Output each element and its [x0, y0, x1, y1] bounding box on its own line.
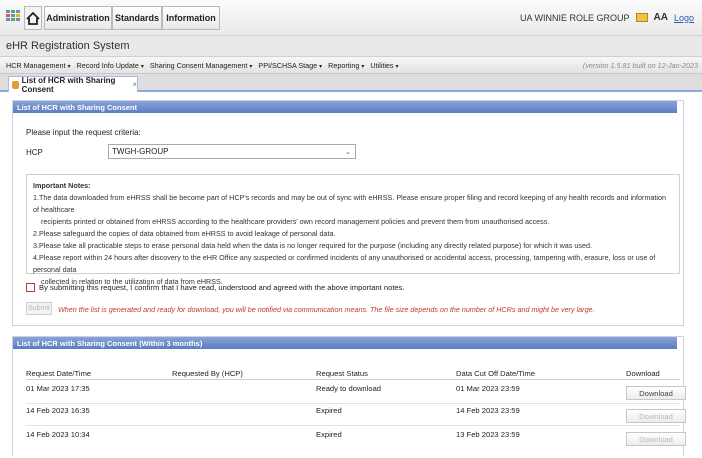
download-button[interactable]: Download [626, 432, 686, 446]
menu-reporting[interactable]: Reporting ▾ [328, 61, 364, 70]
caret-down-icon: ▾ [67, 63, 71, 70]
note-line: 1.The data downloaded from eHRSS shall b… [33, 193, 667, 214]
submit-button[interactable]: Submit [26, 302, 52, 315]
page-tab-bar: List of HCR with Sharing Consent × [0, 74, 702, 94]
menu-label: HCR Management [6, 60, 66, 70]
criteria-prompt: Please input the request criteria: [26, 128, 141, 137]
menu-label: Sharing Consent Management [149, 60, 248, 70]
notes-title: Important Notes: [33, 181, 91, 190]
version-label: (version 1.5.81 built on 12-Jan-2023 [582, 61, 698, 70]
user-group-label: UA WINNIE ROLE GROUP [519, 12, 630, 23]
nav-tab-information[interactable]: Information [162, 6, 220, 30]
ehr-logo-icon [6, 10, 20, 26]
cell-status: Expired [316, 430, 342, 439]
confirm-checkbox[interactable] [26, 283, 35, 292]
close-icon[interactable]: × [132, 80, 137, 89]
table-header: Request Date/Time Requested By (HCP) Req… [26, 368, 680, 380]
page-tab-label: List of HCR with Sharing Consent [21, 75, 116, 94]
important-notes: Important Notes: 1.The data downloaded f… [26, 174, 680, 286]
nav-tab-administration[interactable]: Administration [44, 6, 112, 30]
col-request-status: Request Status [316, 369, 368, 378]
nav-tab-standards[interactable]: Standards [112, 6, 162, 30]
list-panel-title: List of HCR with Sharing Consent (Within… [13, 337, 677, 349]
menu-sharing-consent-management[interactable]: Sharing Consent Management ▾ [150, 61, 253, 70]
home-button[interactable] [24, 6, 42, 30]
menu-utilities[interactable]: Utilities ▾ [370, 61, 398, 70]
col-download: Download [626, 369, 660, 378]
menu-hcr-management[interactable]: HCR Management ▾ [6, 61, 71, 70]
menu-record-info-update[interactable]: Record Info Update ▾ [77, 61, 144, 70]
table-row: 14 Feb 2023 10:34 Expired 13 Feb 2023 23… [26, 430, 686, 452]
cell-request-datetime: 14 Feb 2023 16:35 [26, 406, 90, 415]
user-area: UA WINNIE ROLE GROUP AA Logo [520, 12, 694, 23]
cell-status: Expired [316, 406, 342, 415]
menu-label: PPI/SCHSA Stage [258, 60, 318, 70]
cell-cutoff: 13 Feb 2023 23:59 [456, 430, 520, 439]
note-line: 2.Please safeguard the copies of data ob… [33, 229, 336, 238]
hcp-label: HCP [26, 148, 43, 157]
home-icon [26, 11, 40, 25]
note-line: 4.Please report within 24 hours after di… [33, 253, 656, 274]
mail-icon[interactable] [635, 13, 648, 22]
criteria-panel-title: List of HCR with Sharing Consent [13, 101, 677, 113]
note-line: recipients printed or obtained from eHRS… [41, 217, 550, 226]
download-button[interactable]: Download [626, 409, 686, 423]
logout-link[interactable]: Logo [674, 13, 694, 23]
row-divider [26, 425, 680, 426]
cell-cutoff: 14 Feb 2023 23:59 [456, 406, 520, 415]
caret-down-icon: ▾ [361, 63, 365, 70]
system-title: eHR Registration System [0, 36, 702, 56]
cell-request-datetime: 14 Feb 2023 10:34 [26, 430, 90, 439]
menu-ppi-schsa-stage[interactable]: PPI/SCHSA Stage ▾ [258, 61, 322, 70]
top-bar: Administration Standards Information UA … [0, 0, 702, 36]
hcp-select[interactable]: TWGH-GROUP ⌄ [108, 144, 356, 159]
download-button[interactable]: Download [626, 386, 686, 400]
caret-down-icon: ▾ [395, 63, 399, 70]
col-requested-by: Requested By (HCP) [172, 369, 243, 378]
download-warning: When the list is generated and ready for… [58, 305, 595, 314]
row-divider [26, 403, 680, 404]
col-cutoff-datetime: Data Cut Off Date/Time [456, 369, 535, 378]
note-line: 3.Please take all practicable steps to e… [33, 241, 592, 250]
user-icon [12, 80, 19, 89]
menu-bar: HCR Management ▾ Record Info Update ▾ Shar… [0, 56, 702, 74]
chevron-down-icon: ⌄ [345, 149, 351, 156]
font-size-button[interactable]: AA [654, 12, 668, 23]
col-request-datetime: Request Date/Time [26, 369, 92, 378]
confirm-label: By submitting this request, I confirm th… [39, 283, 405, 292]
page-tab-hcr-sharing-consent[interactable]: List of HCR with Sharing Consent × [8, 75, 138, 94]
menu-label: Utilities [370, 60, 394, 70]
caret-down-icon: ▾ [319, 63, 323, 70]
confirm-row: By submitting this request, I confirm th… [26, 283, 405, 292]
cell-status: Ready to download [316, 384, 382, 393]
menu-label: Record Info Update [76, 60, 139, 70]
caret-down-icon: ▾ [249, 63, 253, 70]
cell-cutoff: 01 Mar 2023 23:59 [456, 384, 520, 393]
caret-down-icon: ▾ [140, 63, 144, 70]
menu-label: Reporting [328, 60, 360, 70]
cell-request-datetime: 01 Mar 2023 17:35 [26, 384, 90, 393]
hcp-select-value: TWGH-GROUP [112, 147, 169, 156]
